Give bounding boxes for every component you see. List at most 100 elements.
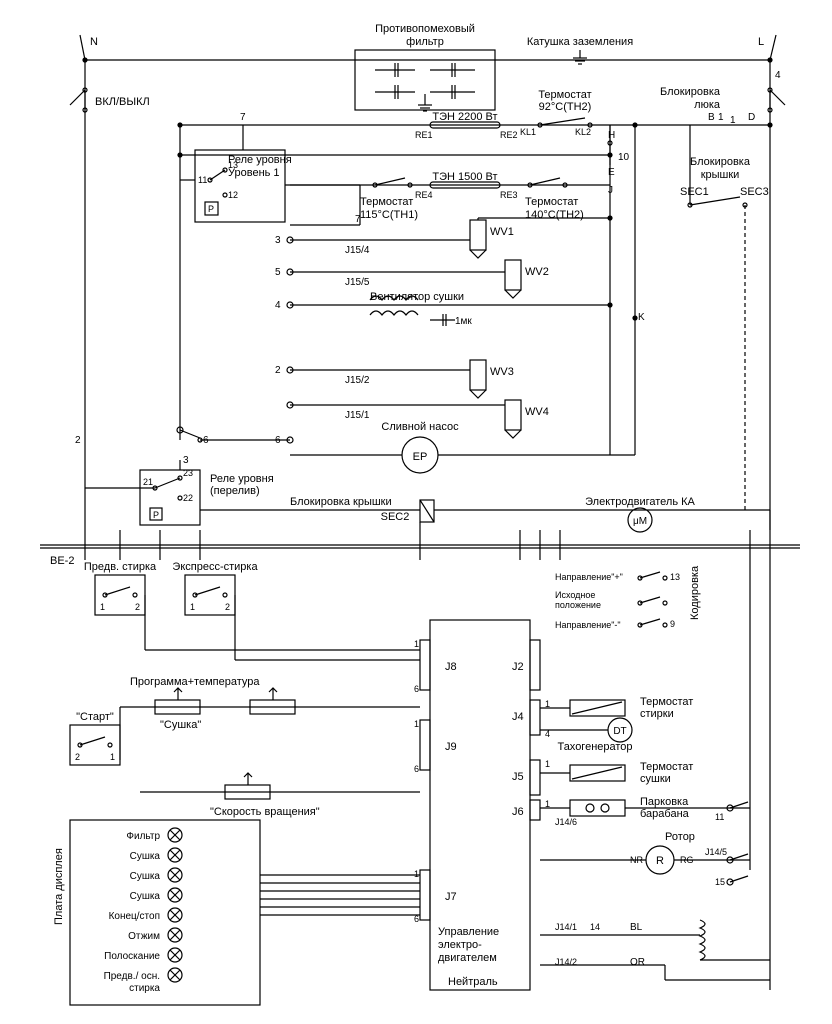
svg-text:12: 12 (228, 190, 238, 200)
label-drain: Сливной насос (381, 421, 459, 433)
label-RE4: RE4 (415, 190, 433, 200)
label-BL: BL (630, 922, 643, 933)
label-motorctrl3: двигателем (438, 952, 497, 964)
label-RE2: RE2 (500, 130, 518, 140)
label-homepos2: положение (555, 600, 601, 610)
label-J5: J5 (512, 771, 524, 783)
svg-text:10: 10 (618, 152, 630, 163)
label-dirminus: Направление"-" (555, 620, 621, 630)
svg-text:5: 5 (275, 267, 281, 278)
label-speed: "Скорость вращения" (210, 806, 320, 818)
svg-text:13: 13 (228, 160, 238, 170)
svg-text:6: 6 (414, 684, 419, 694)
display-item: Фильтр (126, 831, 160, 842)
label-tacho: Тахогенератор (557, 741, 632, 753)
label-DT: DT (613, 726, 626, 737)
label-thermo115b: 115°C(TH1) (360, 209, 418, 221)
svg-text:21: 21 (143, 477, 153, 487)
label-drythermo: Термостат (640, 761, 693, 773)
svg-text:1: 1 (718, 112, 724, 123)
label-express: Экспресс-стирка (172, 561, 258, 573)
display-item: Полоскание (104, 951, 160, 962)
svg-text:4: 4 (275, 300, 281, 311)
svg-text:4: 4 (775, 70, 781, 81)
label-N: N (90, 36, 98, 48)
label-thermo140a: Термостат (525, 196, 578, 208)
label-SEC1: SEC1 (680, 186, 709, 198)
label-overflow2: (перелив) (210, 485, 260, 497)
label-park: Парковка (640, 796, 689, 808)
label-door-lock2: люка (694, 99, 721, 111)
label-J4: J4 (512, 711, 524, 723)
label-uM: μM (633, 516, 647, 527)
label-filter: Противопомеховый (375, 23, 475, 35)
label-KL2: KL2 (575, 127, 591, 137)
label-door-lock: Блокировка (660, 86, 721, 98)
svg-text:11: 11 (715, 812, 724, 822)
label-RE3: RE3 (500, 190, 518, 200)
display-item: Сушка (130, 891, 161, 902)
svg-text:22: 22 (183, 493, 193, 503)
label-ten1500: ТЭН 1500 Вт (432, 171, 497, 183)
label-lidlock3: Блокировка крышки (290, 496, 392, 508)
label-R: R (656, 855, 664, 867)
label-OR: OR (630, 957, 645, 968)
svg-text:K: K (638, 312, 645, 323)
label-J6: J6 (512, 806, 524, 818)
svg-text:2: 2 (75, 435, 81, 446)
label-washthermo2: стирки (640, 708, 674, 720)
label-BE2: BE-2 (50, 555, 74, 567)
svg-text:6: 6 (414, 764, 419, 774)
label-WV3: WV3 (490, 366, 514, 378)
svg-text:11: 11 (198, 175, 207, 185)
svg-text:14: 14 (590, 922, 600, 932)
display-item: Отжим (128, 931, 160, 942)
label-SEC2: SEC2 (381, 511, 410, 523)
display-item: Сушка (130, 851, 161, 862)
svg-text:1: 1 (414, 869, 419, 879)
svg-text:23: 23 (183, 468, 193, 478)
svg-text:15: 15 (715, 877, 725, 887)
label-cap1: 1мк (455, 316, 472, 327)
svg-text:2: 2 (225, 602, 230, 612)
label-WV4: WV4 (525, 406, 549, 418)
svg-text:7: 7 (240, 112, 246, 123)
label-motorctrl2: электро- (438, 939, 482, 951)
label-ten2200: ТЭН 2200 Вт (432, 111, 497, 123)
label-J155: J15/5 (345, 277, 370, 288)
label-J2: J2 (512, 661, 524, 673)
svg-text:1: 1 (730, 115, 736, 126)
label-J7: J7 (445, 891, 457, 903)
svg-text:B: B (708, 112, 715, 123)
label-L: L (758, 36, 764, 48)
svg-text:2: 2 (135, 602, 140, 612)
label-thermo140b: 140°C(TH2) (525, 209, 584, 221)
label-start: "Старт" (76, 711, 114, 723)
label-dry: "Сушка" (160, 719, 201, 731)
label-park2: барабана (640, 808, 690, 820)
label-motorKA: Электродвигатель КА (585, 496, 695, 508)
label-lidlock: Блокировка (690, 156, 751, 168)
label-WV1: WV1 (490, 226, 514, 238)
label-J141: J14/1 (555, 922, 577, 932)
svg-text:1: 1 (545, 759, 550, 769)
svg-text:13: 13 (670, 572, 680, 582)
svg-text:2: 2 (275, 365, 281, 376)
svg-text:P: P (208, 204, 214, 214)
svg-text:3: 3 (183, 455, 189, 466)
label-coding: Кодировка (689, 565, 701, 620)
label-prewash: Предв. стирка (84, 561, 157, 573)
label-dirplus: Направление"+" (555, 572, 623, 582)
label-filter2: фильтр (406, 36, 444, 48)
label-drythermo2: сушки (640, 773, 671, 785)
label-SEC3: SEC3 (740, 186, 769, 198)
label-J154: J15/4 (345, 245, 370, 256)
label-washthermo: Термостат (640, 696, 693, 708)
label-display: Плата дисплея (53, 848, 65, 925)
display-item: Предв./ осн. (104, 971, 160, 982)
label-thermo92: Термостат (538, 89, 591, 101)
label-J145: J14/5 (705, 847, 727, 857)
svg-text:P: P (153, 510, 159, 520)
label-EP: EP (413, 451, 428, 463)
display-item: стирка (129, 983, 160, 994)
